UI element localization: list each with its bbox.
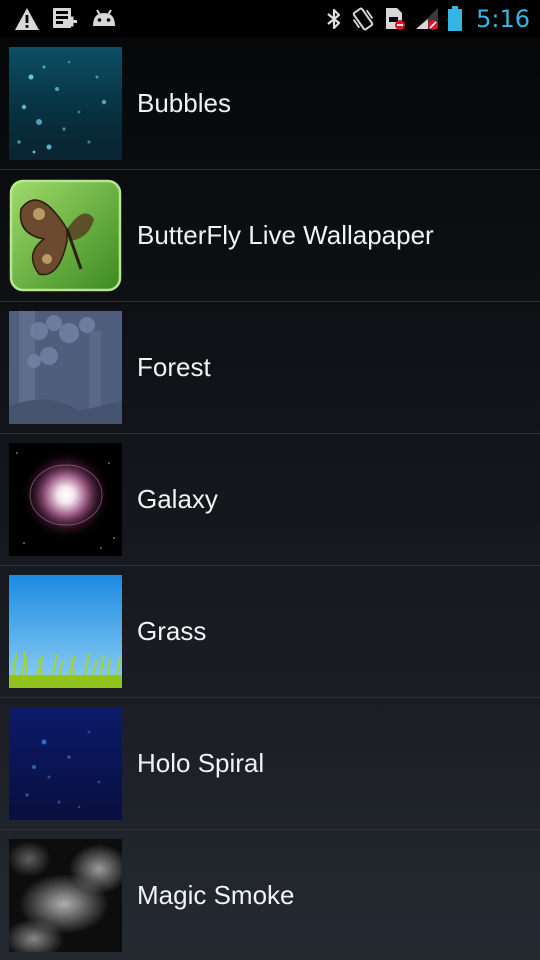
android-debug-icon [90,8,118,30]
list-item-magic-smoke[interactable]: Magic Smoke [0,830,540,960]
list-item-butterfly[interactable]: ButterFly Live Wallapaper [0,170,540,302]
notification-icons [14,7,130,31]
sd-card-icon [52,7,78,31]
vibrate-icon [350,6,376,32]
item-label: ButterFly Live Wallapaper [137,220,434,250]
list-item-grass[interactable]: Grass [0,566,540,698]
butterfly-thumbnail [9,179,122,292]
item-label: Magic Smoke [137,880,295,910]
wallpaper-list[interactable]: Bubbles ButterFly Live Wallapaper Forest… [0,38,540,960]
item-label: Galaxy [137,484,218,514]
sim-card-icon [384,7,406,31]
list-item-holo-spiral[interactable]: Holo Spiral [0,698,540,830]
item-label: Holo Spiral [137,748,265,778]
clock-time: 5:16 [476,5,530,33]
forest-thumbnail [9,311,122,424]
list-item-bubbles[interactable]: Bubbles [0,38,540,170]
list-item-galaxy[interactable]: Galaxy [0,434,540,566]
status-bar: 5:16 [0,0,540,38]
warning-icon [14,7,40,31]
battery-icon [448,6,463,32]
signal-icon [414,7,440,31]
magic-smoke-thumbnail [9,839,122,952]
bluetooth-icon [326,7,342,31]
item-label: Forest [137,352,211,382]
holo-spiral-thumbnail [9,707,122,820]
system-icons: 5:16 [326,5,530,33]
list-item-forest[interactable]: Forest [0,302,540,434]
item-label: Grass [137,616,207,646]
grass-thumbnail [9,575,122,688]
galaxy-thumbnail [9,443,122,556]
bubbles-thumbnail [9,47,122,160]
live-wallpaper-picker-screen: 5:16 Bubbles ButterFly Live Wallapaper F… [0,0,540,960]
item-label: Bubbles [137,88,231,118]
